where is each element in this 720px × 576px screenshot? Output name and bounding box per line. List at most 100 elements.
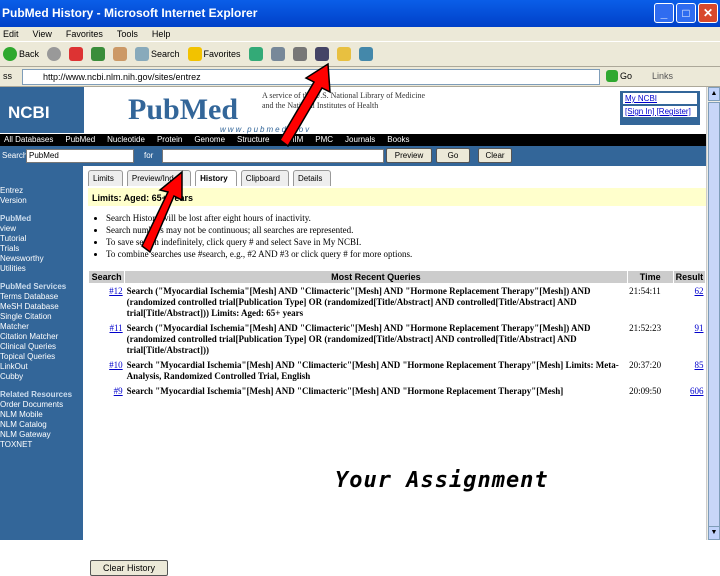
database-tabs: All Databases PubMed Nucleotide Protein … bbox=[0, 134, 706, 146]
search-button[interactable]: Search bbox=[135, 47, 180, 61]
mail-icon[interactable] bbox=[270, 47, 285, 61]
sidebar-item[interactable]: MeSH Database bbox=[0, 302, 83, 312]
vertical-scrollbar[interactable]: ▲ ▼ bbox=[706, 87, 720, 540]
refresh-icon[interactable] bbox=[91, 47, 106, 61]
go-button[interactable]: Go bbox=[606, 70, 632, 82]
sidebar-item[interactable]: Terms Database bbox=[0, 292, 83, 302]
query-number-link[interactable]: #10 bbox=[89, 358, 125, 384]
sidebar-item[interactable]: Tutorial bbox=[0, 234, 83, 244]
pubmed-logo[interactable]: PubMed bbox=[128, 93, 238, 127]
sidebar-item[interactable]: NLM Catalog bbox=[0, 420, 83, 430]
tab-all-databases[interactable]: All Databases bbox=[4, 134, 53, 146]
sidebar-item[interactable]: Topical Queries bbox=[0, 352, 83, 362]
messenger-icon[interactable] bbox=[358, 47, 373, 61]
sidebar-item[interactable]: Newsworthy bbox=[0, 254, 83, 264]
note-item: Search numbers may not be continuous; al… bbox=[106, 224, 706, 236]
clear-history-button[interactable]: Clear History bbox=[90, 560, 168, 576]
tab-clipboard[interactable]: Clipboard bbox=[240, 170, 289, 186]
tab-protein[interactable]: Protein bbox=[157, 134, 182, 146]
query-time: 21:52:23 bbox=[629, 323, 662, 333]
pubmed-subtabs: Limits Preview/Index History Clipboard D… bbox=[88, 170, 332, 186]
result-count-link[interactable]: 606 bbox=[673, 384, 705, 399]
scroll-thumb[interactable] bbox=[708, 102, 720, 527]
go-search-button[interactable]: Go bbox=[436, 148, 470, 163]
result-count-link[interactable]: 91 bbox=[673, 321, 705, 358]
browser-toolbar: Back Search Favorites bbox=[0, 41, 720, 67]
back-button[interactable]: Back bbox=[3, 47, 39, 61]
scroll-up-icon[interactable]: ▲ bbox=[708, 87, 720, 101]
sidebar-item[interactable]: NLM Gateway bbox=[0, 430, 83, 440]
favorites-button[interactable]: Favorites bbox=[187, 47, 241, 61]
tab-pubmed[interactable]: PubMed bbox=[65, 134, 95, 146]
clear-button[interactable]: Clear bbox=[478, 148, 512, 163]
sidebar-item[interactable]: TOXNET bbox=[0, 440, 83, 450]
tab-limits[interactable]: Limits bbox=[88, 170, 123, 186]
print-icon[interactable] bbox=[292, 47, 307, 61]
col-search: Search bbox=[87, 270, 126, 284]
result-count-link[interactable]: 85 bbox=[673, 358, 705, 384]
sidebar-item[interactable]: Version bbox=[0, 196, 83, 206]
sidebar-item[interactable]: Entrez bbox=[0, 186, 83, 196]
ncbi-logo[interactable]: NCBI bbox=[0, 87, 84, 133]
history-notes: Search History will be lost after eight … bbox=[106, 212, 706, 260]
tab-details[interactable]: Details bbox=[292, 170, 332, 186]
tab-history[interactable]: History bbox=[195, 170, 237, 186]
forward-icon[interactable] bbox=[47, 47, 62, 61]
menu-view[interactable]: View bbox=[33, 27, 52, 41]
search-icon bbox=[135, 47, 150, 61]
menu-help[interactable]: Help bbox=[152, 27, 171, 41]
window-title: PubMed History - Microsoft Internet Expl… bbox=[2, 6, 258, 20]
tab-journals[interactable]: Journals bbox=[345, 134, 375, 146]
sidebar-item[interactable]: Trials bbox=[0, 244, 83, 254]
result-count-link[interactable]: 62 bbox=[673, 284, 705, 322]
edit-icon[interactable] bbox=[314, 47, 329, 61]
tab-structure[interactable]: Structure bbox=[237, 134, 269, 146]
menu-tools[interactable]: Tools bbox=[117, 27, 138, 41]
query-number-link[interactable]: #9 bbox=[89, 384, 125, 399]
query-text: Search ("Myocardial Ischemia"[Mesh] AND … bbox=[126, 323, 591, 355]
close-button[interactable]: ✕ bbox=[698, 3, 718, 23]
folder-icon[interactable] bbox=[336, 47, 351, 61]
tab-books[interactable]: Books bbox=[387, 134, 409, 146]
sidebar-heading: Related Resources bbox=[0, 390, 73, 399]
sidebar-item[interactable]: LinkOut bbox=[0, 362, 83, 372]
sidebar-item[interactable]: Citation Matcher bbox=[0, 332, 83, 342]
my-ncbi-link[interactable]: My NCBI bbox=[623, 93, 697, 104]
sidebar-item[interactable]: Order Documents bbox=[0, 400, 83, 410]
scroll-down-icon[interactable]: ▼ bbox=[708, 526, 720, 540]
minimize-button[interactable]: _ bbox=[654, 3, 674, 23]
database-select[interactable]: PubMed bbox=[26, 149, 134, 163]
stop-icon[interactable] bbox=[69, 47, 84, 61]
sign-in-link[interactable]: [Sign In] [Register] bbox=[623, 106, 697, 117]
history-table: Search Most Recent Queries Time Result #… bbox=[87, 270, 707, 399]
sidebar-item[interactable]: Cubby bbox=[0, 372, 83, 382]
tab-genome[interactable]: Genome bbox=[194, 134, 225, 146]
tab-nucleotide[interactable]: Nucleotide bbox=[107, 134, 145, 146]
arrow-shape bbox=[279, 62, 331, 148]
sidebar-item[interactable]: Utilities bbox=[0, 264, 83, 274]
maximize-button[interactable]: □ bbox=[676, 3, 696, 23]
history-icon[interactable] bbox=[248, 47, 263, 61]
search-row: Search PubMed for Preview Go Clear bbox=[0, 146, 706, 166]
sidebar-item[interactable]: Clinical Queries bbox=[0, 342, 83, 352]
sidebar-item[interactable]: NLM Mobile bbox=[0, 410, 83, 420]
links-button[interactable]: Links bbox=[652, 71, 673, 81]
query-number-link[interactable]: #11 bbox=[89, 321, 125, 358]
sidebar-item[interactable]: Single Citation bbox=[0, 312, 83, 322]
home-icon[interactable] bbox=[113, 47, 128, 61]
query-time: 21:54:11 bbox=[629, 286, 661, 296]
query-number-link[interactable]: #12 bbox=[89, 284, 125, 322]
browser-window: PubMed History - Microsoft Internet Expl… bbox=[0, 0, 720, 576]
sidebar-item[interactable]: Matcher bbox=[0, 322, 83, 332]
search-input[interactable] bbox=[162, 149, 384, 163]
col-time: Time bbox=[626, 270, 674, 284]
sidebar-item[interactable]: view bbox=[0, 224, 83, 234]
menu-edit[interactable]: Edit bbox=[3, 27, 19, 41]
note-item: Search History will be lost after eight … bbox=[106, 212, 706, 224]
address-bar: ss http://www.ncbi.nlm.nih.gov/sites/ent… bbox=[0, 67, 720, 87]
for-label: for bbox=[144, 151, 154, 160]
go-arrow-icon bbox=[606, 70, 618, 82]
query-time: 20:37:20 bbox=[629, 360, 662, 370]
menu-favorites[interactable]: Favorites bbox=[66, 27, 103, 41]
preview-button[interactable]: Preview bbox=[386, 148, 432, 163]
